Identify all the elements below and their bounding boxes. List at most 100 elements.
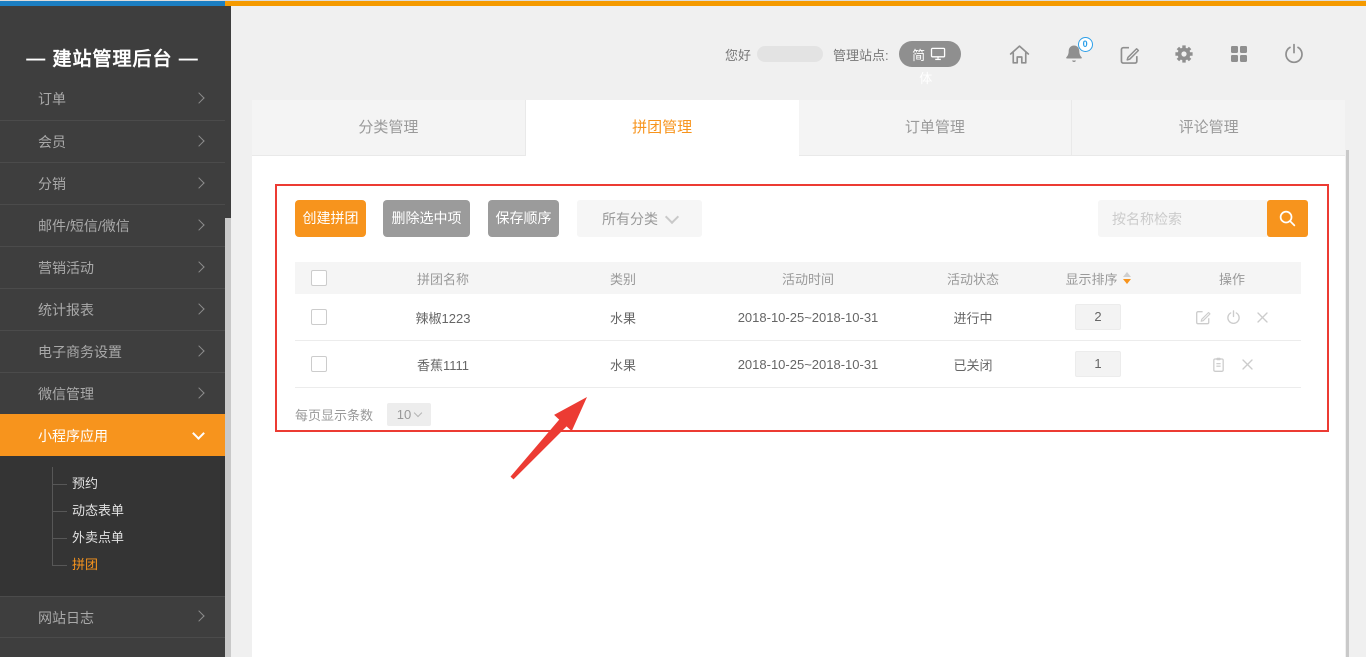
close-icon xyxy=(1255,310,1270,325)
sidebar-item-miniprogram-apps[interactable]: 小程序应用 xyxy=(0,414,225,456)
search-button[interactable] xyxy=(1267,200,1308,237)
language-label: 简 xyxy=(912,45,925,64)
cell-status: 已关闭 xyxy=(913,355,1033,374)
table-header-row: 拼团名称 类别 活动时间 活动状态 显示排序 操作 xyxy=(295,262,1301,294)
table-row: 辣椒1223 水果 2018-10-25~2018-10-31 进行中 2 xyxy=(295,294,1301,341)
page-size-label: 每页显示条数 xyxy=(295,405,373,424)
toggle-status-button[interactable] xyxy=(1225,309,1242,326)
cell-time: 2018-10-25~2018-10-31 xyxy=(703,310,913,325)
select-all-checkbox[interactable] xyxy=(311,270,327,286)
gear-icon xyxy=(1172,42,1196,66)
sidebar-scrollbar[interactable] xyxy=(225,218,231,657)
sidebar-item-ecommerce-settings[interactable]: 电子商务设置 xyxy=(0,330,225,372)
page-size-select[interactable]: 10 xyxy=(387,403,431,426)
chevron-right-icon xyxy=(193,219,204,230)
search-group xyxy=(1098,200,1308,237)
settings-button[interactable] xyxy=(1172,42,1197,67)
apps-button[interactable] xyxy=(1227,42,1252,67)
tab-group-buying-management[interactable]: 拼团管理 xyxy=(526,100,799,156)
col-header-time: 活动时间 xyxy=(703,269,913,288)
topbar-orange xyxy=(225,1,1366,6)
delete-selected-button[interactable]: 删除选中项 xyxy=(383,200,470,237)
sidebar-item-statistics[interactable]: 统计报表 xyxy=(0,288,225,330)
search-icon xyxy=(1277,208,1298,229)
col-header-sort: 显示排序 xyxy=(1065,269,1117,288)
sidebar-menu: 订单 会员 分销 邮件/短信/微信 营销活动 统计报表 xyxy=(0,90,225,638)
chevron-right-icon xyxy=(193,92,204,103)
sidebar-item-orders[interactable]: 订单 xyxy=(0,90,225,120)
sort-asc-icon xyxy=(1123,272,1131,277)
sidebar-item-distribution[interactable]: 分销 xyxy=(0,162,225,204)
close-icon xyxy=(1240,357,1255,372)
sidebar-subitem-label: 外卖点单 xyxy=(72,530,124,545)
chevron-right-icon xyxy=(193,387,204,398)
delete-row-button[interactable] xyxy=(1255,310,1270,325)
cell-time: 2018-10-25~2018-10-31 xyxy=(703,357,913,372)
sidebar-item-label: 网站日志 xyxy=(38,610,94,626)
page-size-value: 10 xyxy=(397,407,411,422)
power-icon xyxy=(1225,309,1242,326)
sidebar-item-label: 电子商务设置 xyxy=(38,344,122,360)
notification-badge: 0 xyxy=(1078,37,1093,52)
sort-toggle[interactable] xyxy=(1123,272,1131,284)
cell-name: 辣椒1223 xyxy=(343,308,543,327)
search-input[interactable] xyxy=(1098,200,1267,237)
delete-row-button[interactable] xyxy=(1240,357,1255,372)
cell-name: 香蕉1111 xyxy=(343,355,543,374)
grid-icon xyxy=(1228,43,1250,65)
tab-bar: 分类管理 拼团管理 订单管理 评论管理 xyxy=(252,100,1345,156)
chevron-right-icon xyxy=(193,303,204,314)
site-label: 管理站点: xyxy=(833,45,889,64)
sidebar-item-members[interactable]: 会员 xyxy=(0,120,225,162)
sidebar-item-marketing[interactable]: 营销活动 xyxy=(0,246,225,288)
home-icon xyxy=(1007,42,1032,67)
sort-order-input[interactable]: 2 xyxy=(1075,304,1121,330)
edit-icon xyxy=(1194,308,1212,326)
home-button[interactable] xyxy=(1007,42,1032,67)
sidebar-item-label: 订单 xyxy=(38,91,66,107)
tab-order-management[interactable]: 订单管理 xyxy=(799,100,1073,156)
sidebar-item-label: 微信管理 xyxy=(38,386,94,402)
col-header-name: 拼团名称 xyxy=(343,269,543,288)
page-scrollbar[interactable] xyxy=(1346,150,1349,657)
edit-site-button[interactable] xyxy=(1117,42,1142,67)
col-header-category: 类别 xyxy=(543,269,703,288)
col-header-status: 活动状态 xyxy=(913,269,1033,288)
category-filter-dropdown[interactable]: 所有分类 xyxy=(577,200,702,237)
sidebar-item-label: 营销活动 xyxy=(38,260,94,276)
sidebar-item-mail-sms-wechat[interactable]: 邮件/短信/微信 xyxy=(0,204,225,246)
chevron-right-icon xyxy=(193,261,204,272)
sidebar-item-wechat-management[interactable]: 微信管理 xyxy=(0,372,225,414)
power-icon xyxy=(1282,42,1306,66)
logout-button[interactable] xyxy=(1282,42,1307,67)
cell-category: 水果 xyxy=(543,355,703,374)
sidebar-item-label: 分销 xyxy=(38,176,66,192)
copy-row-button[interactable] xyxy=(1210,356,1227,373)
edit-row-button[interactable] xyxy=(1194,308,1212,326)
sidebar-subitem-dynamic-forms[interactable]: 动态表单 xyxy=(0,497,225,524)
sidebar-subitem-booking[interactable]: 预约 xyxy=(0,470,225,497)
sort-order-input[interactable]: 1 xyxy=(1075,351,1121,377)
tab-comment-management[interactable]: 评论管理 xyxy=(1072,100,1345,156)
sidebar-subitem-group-buying[interactable]: 拼团 xyxy=(0,551,225,578)
chevron-right-icon xyxy=(193,610,204,621)
save-order-button[interactable]: 保存顺序 xyxy=(488,200,559,237)
edit-icon xyxy=(1118,43,1141,66)
greeting-label: 您好 xyxy=(725,45,751,64)
sidebar-item-site-logs[interactable]: 网站日志 xyxy=(0,596,225,638)
create-group-button[interactable]: 创建拼团 xyxy=(295,200,366,237)
sort-desc-icon xyxy=(1123,279,1131,284)
sidebar-item-label: 统计报表 xyxy=(38,302,94,318)
sidebar-item-label: 邮件/短信/微信 xyxy=(38,218,130,234)
language-selector[interactable]: 简 体 xyxy=(899,41,961,67)
app-title: — 建站管理后台 — xyxy=(0,44,225,71)
sidebar-subitem-takeout-orders[interactable]: 外卖点单 xyxy=(0,524,225,551)
sidebar-item-label: 小程序应用 xyxy=(38,428,108,444)
notifications-button[interactable]: 0 xyxy=(1062,42,1087,67)
row-checkbox[interactable] xyxy=(311,309,327,325)
clipboard-icon xyxy=(1210,356,1227,373)
chevron-right-icon xyxy=(193,345,204,356)
row-checkbox[interactable] xyxy=(311,356,327,372)
sidebar: — 建站管理后台 — 订单 会员 分销 邮件/短信/微信 营销活动 xyxy=(0,6,231,657)
tab-category-management[interactable]: 分类管理 xyxy=(252,100,526,156)
